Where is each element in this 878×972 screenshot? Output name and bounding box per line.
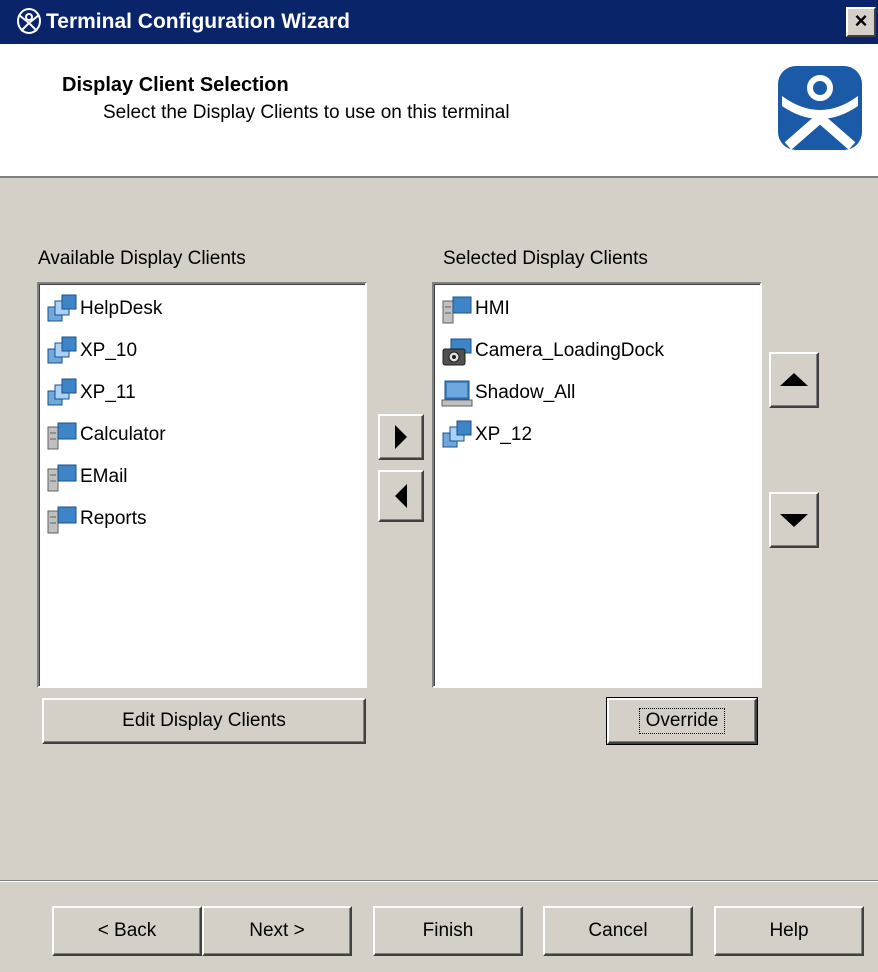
remove-from-selected-button[interactable]: [378, 470, 424, 522]
selected-clients-list[interactable]: HMI Camera_LoadingDock Shadow_All XP_12: [432, 282, 762, 688]
list-item-label: HMI: [475, 298, 510, 319]
close-button[interactable]: ×: [846, 7, 876, 37]
laptop-icon: [441, 380, 473, 407]
help-button[interactable]: Help: [714, 906, 864, 956]
arrow-up-icon: [780, 373, 808, 386]
arrow-down-icon: [780, 514, 808, 527]
back-button[interactable]: < Back: [52, 906, 202, 956]
server-terminal-icon: [47, 464, 77, 492]
finish-button[interactable]: Finish: [373, 906, 523, 956]
list-item[interactable]: HelpDesk: [46, 291, 162, 327]
multi-terminal-icon: [47, 336, 77, 364]
camera-icon: [442, 338, 472, 366]
list-item-label: XP_10: [80, 340, 138, 361]
available-clients-label: Available Display Clients: [38, 248, 246, 269]
next-label: Next >: [249, 920, 305, 941]
list-item-label: HelpDesk: [80, 298, 163, 319]
list-item[interactable]: Reports: [46, 501, 147, 537]
page-title: Display Client Selection: [62, 74, 289, 96]
list-item-label: Camera_LoadingDock: [475, 340, 665, 361]
selected-clients-list-inner: HMI Camera_LoadingDock Shadow_All XP_12: [434, 284, 760, 686]
close-icon: ×: [854, 8, 868, 33]
edit-display-clients-label: Edit Display Clients: [122, 710, 286, 731]
edit-display-clients-button[interactable]: Edit Display Clients: [42, 698, 366, 744]
list-item[interactable]: XP_11: [46, 375, 136, 411]
override-label: Override: [638, 708, 726, 734]
multi-terminal-icon: [442, 420, 472, 448]
next-button[interactable]: Next >: [202, 906, 352, 956]
help-label: Help: [769, 920, 809, 941]
finish-label: Finish: [422, 920, 474, 941]
move-down-button[interactable]: [769, 492, 819, 548]
page-subtitle: Select the Display Clients to use on thi…: [103, 102, 510, 123]
list-item[interactable]: Camera_LoadingDock: [441, 333, 664, 369]
brand-logo-icon: [778, 66, 862, 150]
server-terminal-icon: [47, 422, 77, 450]
override-button[interactable]: Override: [606, 697, 758, 745]
list-item[interactable]: XP_12: [441, 417, 532, 453]
arrow-left-icon: [395, 484, 407, 508]
window-title: Terminal Configuration Wizard: [46, 10, 350, 33]
multi-terminal-icon: [47, 378, 77, 406]
list-item[interactable]: Calculator: [46, 417, 166, 453]
available-clients-list[interactable]: HelpDesk XP_10 XP_11 Calculator EMail Re…: [37, 282, 367, 688]
list-item-label: Shadow_All: [475, 382, 576, 403]
selected-clients-label: Selected Display Clients: [443, 248, 648, 269]
available-clients-list-inner: HelpDesk XP_10 XP_11 Calculator EMail Re…: [39, 284, 365, 686]
wizard-header: Display Client Selection Select the Disp…: [0, 44, 878, 178]
cancel-label: Cancel: [588, 920, 648, 941]
multi-terminal-icon: [47, 294, 77, 322]
server-terminal-icon: [442, 296, 472, 324]
list-item-label: XP_12: [475, 424, 533, 445]
move-up-button[interactable]: [769, 352, 819, 408]
list-item-label: Reports: [80, 508, 147, 529]
list-item[interactable]: XP_10: [46, 333, 137, 369]
wizard-window: Terminal Configuration Wizard × Display …: [0, 0, 878, 972]
arrow-right-icon: [395, 425, 407, 449]
title-bar: Terminal Configuration Wizard ×: [0, 0, 878, 44]
list-item-label: XP_11: [80, 382, 136, 403]
server-terminal-icon: [47, 506, 77, 534]
footer-separator: [0, 880, 878, 882]
list-item[interactable]: HMI: [441, 291, 510, 327]
list-item[interactable]: Shadow_All: [441, 375, 575, 411]
list-item-label: Calculator: [80, 424, 166, 445]
app-logo-icon: [17, 8, 41, 34]
list-item[interactable]: EMail: [46, 459, 128, 495]
list-item-label: EMail: [80, 466, 128, 487]
add-to-selected-button[interactable]: [378, 414, 424, 460]
back-label: < Back: [97, 920, 157, 941]
cancel-button[interactable]: Cancel: [543, 906, 693, 956]
